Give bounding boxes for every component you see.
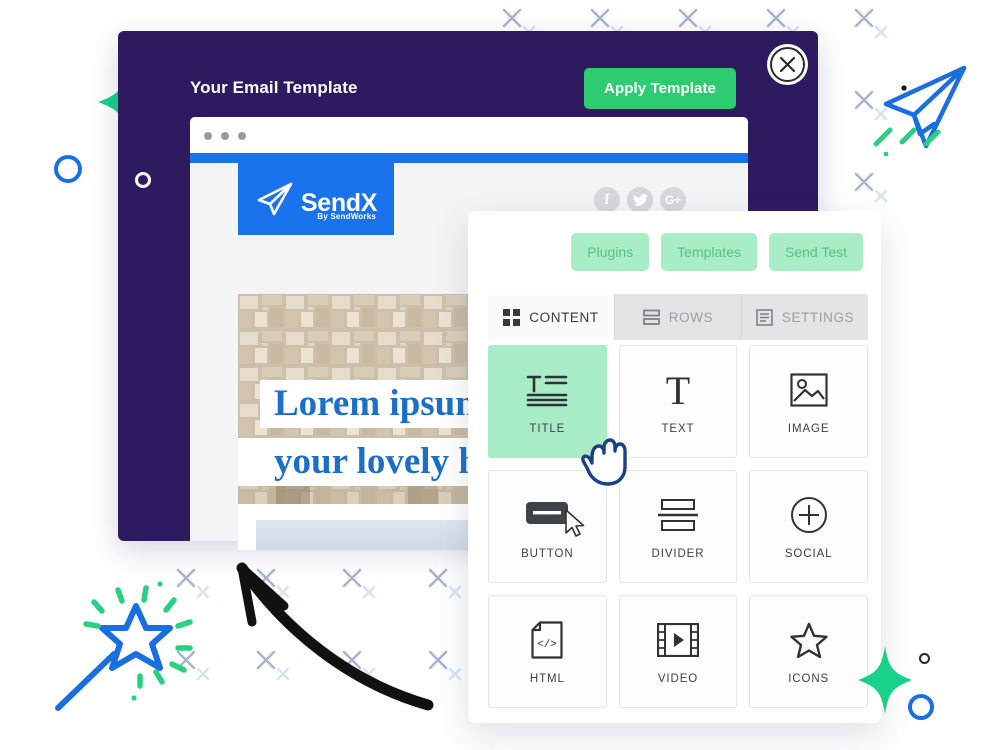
brand-subtitle: By SendWorks: [317, 212, 376, 221]
content-blocks-grid: TITLE T TEXT IMAGE BUTTON DIVIDER SOCIAL…: [488, 345, 868, 708]
dark-ring-icon: [919, 653, 930, 664]
editor-action-buttons: Plugins Templates Send Test: [468, 233, 863, 271]
divider-icon: [657, 494, 698, 536]
title-icon: [526, 369, 568, 411]
apply-template-button[interactable]: Apply Template: [584, 68, 736, 109]
tab-content-label: CONTENT: [529, 309, 599, 325]
social-links: f G+: [594, 187, 686, 213]
tab-settings[interactable]: SETTINGS: [742, 294, 868, 340]
settings-panel-icon: [756, 308, 773, 326]
content-tile-html-label: HTML: [529, 672, 565, 685]
content-tile-image[interactable]: IMAGE: [749, 345, 868, 458]
window-dot: [238, 132, 246, 140]
social-plus-icon: [790, 494, 828, 536]
editor-tabs: CONTENT ROWS SETTINGS: [488, 294, 868, 340]
content-tile-button-label: BUTTON: [521, 547, 574, 560]
page-title: Your Email Template: [190, 78, 358, 97]
curved-arrow-doodle-icon: [236, 562, 434, 711]
text-t-icon: T: [661, 369, 695, 411]
close-button[interactable]: [767, 44, 808, 85]
content-tile-divider-label: DIVIDER: [651, 547, 705, 560]
video-icon: [656, 619, 699, 661]
content-tile-icons-label: ICONS: [788, 672, 830, 685]
button-icon: [525, 494, 569, 536]
screenshot-root: Your Email Template Apply Template SendX…: [0, 0, 1000, 750]
grid-icon: [503, 308, 521, 326]
templates-button[interactable]: Templates: [661, 233, 757, 271]
preview-accent-strip: [190, 153, 748, 163]
svg-text:</>: </>: [537, 639, 557, 651]
content-tile-social-label: SOCIAL: [784, 547, 833, 560]
content-tile-video-label: VIDEO: [657, 672, 699, 685]
content-tile-title-label: TITLE: [529, 422, 566, 435]
brand-logo: SendX By SendWorks: [238, 163, 394, 235]
svg-text:T: T: [666, 370, 690, 410]
content-tile-text[interactable]: T TEXT: [618, 345, 738, 458]
content-tile-social[interactable]: SOCIAL: [749, 470, 868, 583]
image-icon: [790, 369, 828, 411]
hand-pointer-cursor-icon: [581, 438, 627, 486]
paper-plane-icon: [257, 182, 293, 216]
content-tile-icons[interactable]: ICONS: [749, 595, 868, 708]
content-editor-panel: Plugins Templates Send Test CONTENT ROWS: [468, 211, 881, 723]
white-ring-icon: [135, 172, 151, 188]
facebook-icon[interactable]: f: [594, 187, 620, 213]
window-dot: [221, 132, 229, 140]
preview-titlebar: [190, 117, 748, 153]
arrow-cursor-icon: [565, 509, 585, 537]
content-tile-text-label: TEXT: [661, 422, 695, 435]
content-tile-html[interactable]: </> HTML: [488, 595, 607, 708]
window-dot: [204, 132, 212, 140]
tab-rows-label: ROWS: [668, 309, 714, 325]
blue-ring-right-icon: [908, 694, 934, 720]
close-x-icon: [780, 57, 795, 72]
google-plus-icon[interactable]: G+: [660, 187, 686, 213]
tab-rows[interactable]: ROWS: [615, 294, 742, 340]
green-sparkle-right-icon: [858, 646, 912, 714]
tab-content[interactable]: CONTENT: [488, 294, 615, 340]
rows-icon: [642, 309, 660, 325]
content-tile-image-label: IMAGE: [787, 422, 830, 435]
twitter-bird-icon: [632, 193, 648, 206]
content-tile-divider[interactable]: DIVIDER: [618, 470, 738, 583]
content-tile-video[interactable]: VIDEO: [618, 595, 738, 708]
plugins-button[interactable]: Plugins: [571, 233, 650, 271]
tab-settings-label: SETTINGS: [781, 309, 855, 325]
magic-wand-doodle-icon: [55, 581, 193, 711]
html-code-icon: </>: [531, 619, 563, 661]
star-icon: [789, 619, 828, 661]
twitter-icon[interactable]: [627, 187, 653, 213]
send-test-button[interactable]: Send Test: [768, 233, 863, 271]
paper-plane-doodle-icon: [873, 65, 967, 157]
blue-ring-left-icon: [54, 155, 82, 183]
